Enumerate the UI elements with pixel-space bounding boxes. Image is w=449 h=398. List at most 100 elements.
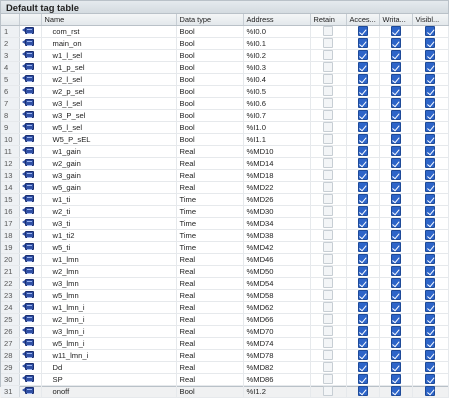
tag-data-type[interactable]: Real	[176, 361, 244, 374]
tag-name[interactable]: com_rst	[41, 25, 177, 38]
visible-checkbox[interactable]	[425, 38, 435, 48]
tag-data-type[interactable]: Real	[176, 253, 244, 266]
writable-checkbox[interactable]	[390, 50, 401, 60]
tag-name[interactable]: w1_p_sel	[41, 61, 177, 74]
visible-checkbox[interactable]	[425, 362, 435, 372]
tag-name[interactable]: w3_ti	[41, 217, 177, 230]
tag-address[interactable]: %MD58	[243, 289, 311, 302]
tag-name[interactable]: w3_lmn	[41, 277, 177, 290]
tag-address[interactable]: %MD82	[243, 361, 311, 374]
writable-checkbox[interactable]	[390, 266, 401, 276]
tag-address[interactable]: %MD54	[243, 277, 311, 290]
row-number[interactable]: 18	[1, 229, 20, 242]
row-number[interactable]: 27	[1, 337, 20, 350]
visible-checkbox[interactable]	[425, 170, 435, 180]
tag-data-type[interactable]: Real	[176, 289, 244, 302]
retain-checkbox[interactable]	[323, 386, 333, 396]
retain-checkbox[interactable]	[323, 170, 333, 180]
retain-checkbox[interactable]	[323, 242, 333, 252]
writable-checkbox[interactable]	[390, 122, 401, 132]
visible-checkbox[interactable]	[425, 242, 435, 252]
tag-name[interactable]: w2_gain	[41, 157, 177, 170]
tag-data-type[interactable]: Real	[176, 181, 244, 194]
tag-address[interactable]: %MD66	[243, 313, 311, 326]
accessible-checkbox[interactable]	[357, 38, 368, 48]
writable-checkbox[interactable]	[390, 194, 401, 204]
retain-checkbox[interactable]	[323, 98, 333, 108]
writable-checkbox[interactable]	[390, 314, 401, 324]
accessible-checkbox[interactable]	[357, 290, 368, 300]
row-number[interactable]: 24	[1, 301, 20, 314]
table-row[interactable]: 2 main_on Bool %I0.1	[1, 37, 449, 50]
visible-checkbox[interactable]	[425, 302, 435, 312]
visible-checkbox[interactable]	[425, 26, 435, 36]
row-number[interactable]: 6	[1, 85, 20, 98]
table-row[interactable]: 4 w1_p_sel Bool %I0.3	[1, 61, 449, 74]
accessible-checkbox[interactable]	[357, 170, 368, 180]
tag-data-type[interactable]: Bool	[176, 37, 244, 50]
tag-address[interactable]: %MD10	[243, 145, 311, 158]
retain-checkbox[interactable]	[323, 266, 333, 276]
writable-checkbox[interactable]	[390, 158, 401, 168]
visible-checkbox[interactable]	[425, 182, 435, 192]
accessible-checkbox[interactable]	[357, 86, 368, 96]
row-number[interactable]: 29	[1, 361, 20, 374]
row-number[interactable]: 13	[1, 169, 20, 182]
writable-checkbox[interactable]	[390, 362, 401, 372]
tag-address[interactable]: %MD78	[243, 349, 311, 362]
tag-address[interactable]: %I0.6	[243, 97, 311, 110]
table-row[interactable]: 22 w3_lmn Real %MD54	[1, 277, 449, 290]
tag-data-type[interactable]: Real	[176, 265, 244, 278]
accessible-checkbox[interactable]	[357, 62, 368, 72]
table-row[interactable]: 6 w2_p_sel Bool %I0.5	[1, 85, 449, 98]
writable-checkbox[interactable]	[390, 182, 401, 192]
column-header-name[interactable]: Name	[41, 14, 177, 26]
visible-checkbox[interactable]	[425, 206, 435, 216]
writable-checkbox[interactable]	[390, 206, 401, 216]
writable-checkbox[interactable]	[390, 374, 401, 384]
visible-checkbox[interactable]	[425, 314, 435, 324]
accessible-checkbox[interactable]	[357, 206, 368, 216]
table-row[interactable]: 7 w3_l_sel Bool %I0.6	[1, 97, 449, 110]
visible-checkbox[interactable]	[425, 386, 435, 396]
retain-checkbox[interactable]	[323, 278, 333, 288]
table-row[interactable]: 23 w5_lmn Real %MD58	[1, 289, 449, 302]
visible-checkbox[interactable]	[425, 146, 435, 156]
tag-data-type[interactable]: Time	[176, 205, 244, 218]
writable-checkbox[interactable]	[390, 386, 401, 396]
visible-checkbox[interactable]	[425, 326, 435, 336]
table-row[interactable]: 5 w2_l_sel Bool %I0.4	[1, 73, 449, 86]
row-number[interactable]: 26	[1, 325, 20, 338]
accessible-checkbox[interactable]	[357, 278, 368, 288]
visible-checkbox[interactable]	[425, 110, 435, 120]
tag-name[interactable]: w1_gain	[41, 145, 177, 158]
tag-data-type[interactable]: Real	[176, 157, 244, 170]
tag-address[interactable]: %MD50	[243, 265, 311, 278]
table-row[interactable]: 10 W5_P_sEL Bool %I1.1	[1, 133, 449, 146]
accessible-checkbox[interactable]	[357, 302, 368, 312]
tag-data-type[interactable]: Bool	[176, 73, 244, 86]
row-number[interactable]: 17	[1, 217, 20, 230]
column-header-writable[interactable]: Writa...	[379, 14, 413, 26]
row-number[interactable]: 9	[1, 121, 20, 134]
retain-checkbox[interactable]	[323, 302, 333, 312]
column-header-address[interactable]: Address	[243, 14, 311, 26]
tag-name[interactable]: Dd	[41, 361, 177, 374]
table-row[interactable]: 20 w1_lmn Real %MD46	[1, 253, 449, 266]
row-number[interactable]: 19	[1, 241, 20, 254]
accessible-checkbox[interactable]	[357, 158, 368, 168]
retain-checkbox[interactable]	[323, 338, 333, 348]
tag-name[interactable]: w1_lmn_i	[41, 301, 177, 314]
accessible-checkbox[interactable]	[357, 50, 368, 60]
writable-checkbox[interactable]	[390, 134, 401, 144]
retain-checkbox[interactable]	[323, 218, 333, 228]
writable-checkbox[interactable]	[390, 302, 401, 312]
table-row[interactable]: 8 w3_P_sel Bool %I0.7	[1, 109, 449, 122]
table-row[interactable]: 15 w1_ti Time %MD26	[1, 193, 449, 206]
visible-checkbox[interactable]	[425, 350, 435, 360]
column-header-data-type[interactable]: Data type	[176, 14, 244, 26]
writable-checkbox[interactable]	[390, 98, 401, 108]
visible-checkbox[interactable]	[425, 338, 435, 348]
table-row[interactable]: 12 w2_gain Real %MD14	[1, 157, 449, 170]
tag-address[interactable]: %I1.0	[243, 121, 311, 134]
